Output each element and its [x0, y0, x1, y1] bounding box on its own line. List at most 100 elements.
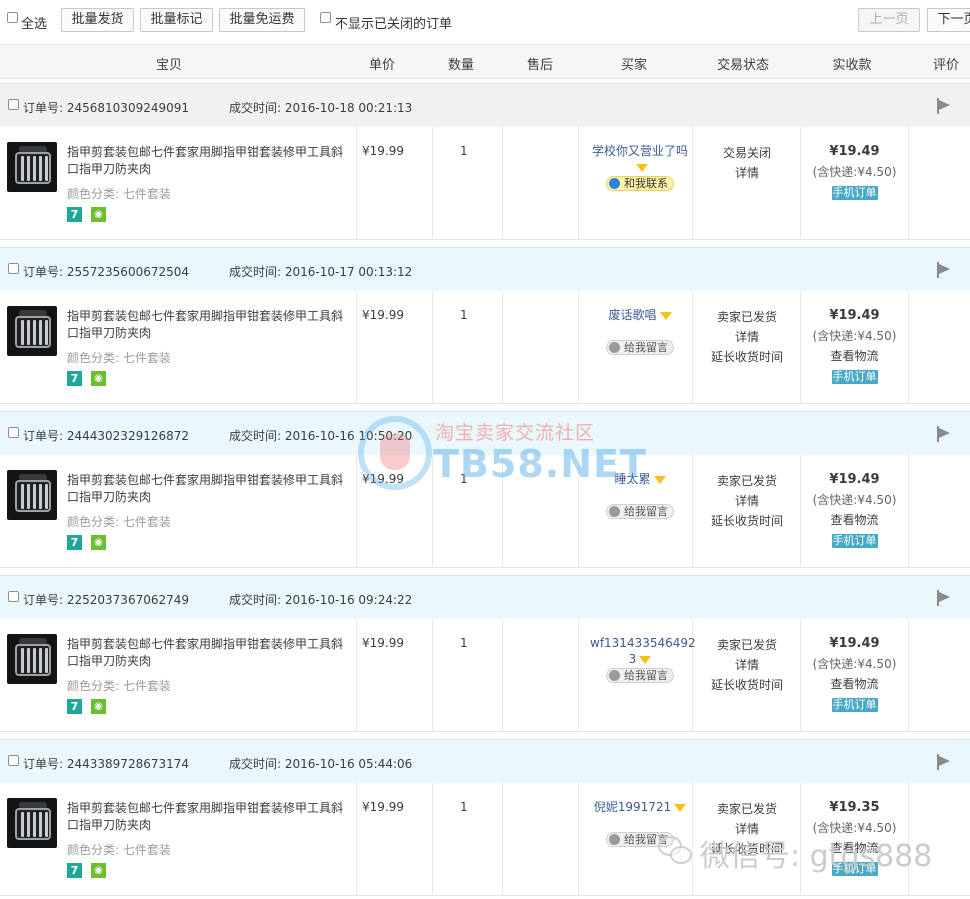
product-title-link[interactable]: 指甲剪套装包邮七件套家用脚指甲钳套装修甲工具斜口指甲刀防夹肉: [67, 308, 352, 342]
seven-day-return-icon: 7: [67, 863, 82, 878]
flag-icon[interactable]: [937, 98, 951, 114]
sku-value: 七件套装: [122, 515, 171, 529]
product-sku: 颜色分类: 七件套装: [67, 349, 171, 366]
column-divider: [578, 783, 579, 896]
site-cn-watermark: 淘宝卖家交流社区: [435, 422, 596, 444]
sku-value: 七件套装: [122, 843, 171, 857]
order-select-checkbox[interactable]: [8, 263, 19, 274]
buyer-nickname-link[interactable]: 学校你又营业了吗: [592, 144, 688, 158]
filter-funnel-icon[interactable]: [653, 475, 666, 484]
column-divider: [432, 291, 433, 404]
hide-closed-label[interactable]: 不显示已关闭的订单: [335, 13, 452, 32]
quantity: 1: [460, 800, 468, 814]
extend-receipt-link[interactable]: 延长收货时间: [694, 511, 800, 531]
column-divider: [432, 619, 433, 732]
prev-page-button[interactable]: 上一页: [858, 8, 920, 32]
product-thumbnail[interactable]: [7, 142, 57, 192]
shipping-suffix: ): [891, 493, 897, 507]
product-title-link[interactable]: 指甲剪套装包邮七件套家用脚指甲钳套装修甲工具斜口指甲刀防夹肉: [67, 636, 352, 670]
order-number: 订单号: 2252037367062749: [23, 591, 189, 608]
flag-icon[interactable]: [937, 262, 951, 278]
filter-funnel-icon[interactable]: [639, 655, 652, 664]
filter-funnel-icon[interactable]: [659, 311, 672, 320]
sku-label: 颜色分类:: [67, 515, 123, 529]
order-number: 订单号: 2456810309249091: [23, 99, 189, 116]
batch-ship-button[interactable]: 批量发货: [61, 8, 134, 32]
wechat-icon: [658, 836, 694, 866]
order-header: 订单号: 2252037367062749 成交时间: 2016-10-16 09…: [0, 575, 970, 619]
quantity: 1: [460, 636, 468, 650]
flag-icon[interactable]: [937, 754, 951, 770]
deal-time: 成交时间: 2016-10-16 05:44:06: [229, 755, 412, 772]
shipping-prefix: (含快递:: [812, 165, 858, 179]
deal-time-label: 成交时间:: [229, 101, 285, 115]
column-header-review: 评价: [932, 58, 960, 73]
select-all-checkbox[interactable]: [7, 12, 18, 23]
order-detail-link[interactable]: 详情: [694, 655, 800, 675]
flag-icon[interactable]: [937, 426, 951, 442]
order-detail-link[interactable]: 详情: [694, 163, 800, 183]
order-select-checkbox[interactable]: [8, 99, 19, 110]
deal-time-value: 2016-10-16 05:44:06: [284, 757, 413, 771]
column-divider: [908, 619, 909, 732]
shipping-fee: (含快递:¥4.50): [801, 490, 908, 510]
guarantee-icon: ◉: [91, 699, 106, 714]
trade-status-text: 卖家已发货: [716, 474, 777, 488]
leave-message-button[interactable]: 给我留言: [606, 340, 674, 355]
view-logistics-link[interactable]: 查看物流: [801, 346, 908, 366]
paid-cell: ¥19.49 (含快递:¥4.50) 手机订单: [801, 142, 908, 202]
product-title-link[interactable]: 指甲剪套装包邮七件套家用脚指甲钳套装修甲工具斜口指甲刀防夹肉: [67, 472, 352, 506]
order-detail-link[interactable]: 详情: [694, 327, 800, 347]
batch-free-shipping-button[interactable]: 批量免运费: [219, 8, 305, 32]
filter-funnel-icon[interactable]: [635, 163, 648, 172]
view-logistics-link[interactable]: 查看物流: [801, 510, 908, 530]
paid-amount: ¥19.35: [829, 800, 880, 815]
buyer: 废话歌唱: [590, 307, 690, 323]
column-divider: [692, 127, 693, 240]
leave-message-button[interactable]: 给我留言: [606, 504, 674, 519]
trade-status: 卖家已发货 详情 延长收货时间: [694, 635, 800, 695]
order-select-checkbox[interactable]: [8, 591, 19, 602]
extend-receipt-link[interactable]: 延长收货时间: [694, 347, 800, 367]
extend-receipt-link[interactable]: 延长收货时间: [694, 675, 800, 695]
shipping-prefix: (含快递:: [812, 329, 858, 343]
sku-value: 七件套装: [122, 351, 171, 365]
product-title-link[interactable]: 指甲剪套装包邮七件套家用脚指甲钳套装修甲工具斜口指甲刀防夹肉: [67, 144, 352, 178]
column-divider: [692, 455, 693, 568]
product-title-link[interactable]: 指甲剪套装包邮七件套家用脚指甲钳套装修甲工具斜口指甲刀防夹肉: [67, 800, 352, 834]
buyer-nickname-link[interactable]: 废话歌唱: [608, 308, 656, 322]
shipping-fee: (含快递:¥4.50): [801, 654, 908, 674]
buyer-nickname-link[interactable]: 倪妮1991721: [594, 800, 671, 814]
contact-me-button[interactable]: 和我联系: [606, 176, 674, 191]
product-thumbnail[interactable]: [7, 306, 57, 356]
column-header-item: 宝贝: [155, 58, 183, 73]
wangwang-icon: [609, 506, 620, 517]
product-thumbnail[interactable]: [7, 634, 57, 684]
guarantee-icon: ◉: [91, 371, 106, 386]
shipping-suffix: ): [891, 329, 897, 343]
leave-message-button[interactable]: 给我留言: [606, 668, 674, 683]
contact-label: 给我留言: [624, 341, 668, 354]
filter-funnel-icon[interactable]: [674, 803, 687, 812]
order-select-checkbox[interactable]: [8, 755, 19, 766]
paid-amount: ¥19.49: [829, 308, 880, 323]
shipping-suffix: ): [891, 657, 897, 671]
hide-closed-checkbox[interactable]: [320, 12, 331, 23]
column-divider: [356, 127, 357, 240]
flag-icon[interactable]: [937, 590, 951, 606]
batch-mark-button[interactable]: 批量标记: [140, 8, 213, 32]
sku-label: 颜色分类:: [67, 187, 123, 201]
order-header: 订单号: 2456810309249091 成交时间: 2016-10-18 00…: [0, 83, 970, 127]
product-thumbnail[interactable]: [7, 798, 57, 848]
wangwang-icon: [609, 834, 620, 845]
order-detail-link[interactable]: 详情: [694, 491, 800, 511]
order-select-checkbox[interactable]: [8, 427, 19, 438]
select-all-label[interactable]: 全选: [21, 13, 47, 32]
unit-price: ¥19.99: [362, 308, 404, 322]
next-page-button[interactable]: 下一页: [927, 8, 970, 32]
product-thumbnail[interactable]: [7, 470, 57, 520]
view-logistics-link[interactable]: 查看物流: [801, 674, 908, 694]
column-divider: [432, 127, 433, 240]
sku-value: 七件套装: [122, 187, 171, 201]
site-en-watermark: TB58.NET: [433, 442, 647, 486]
